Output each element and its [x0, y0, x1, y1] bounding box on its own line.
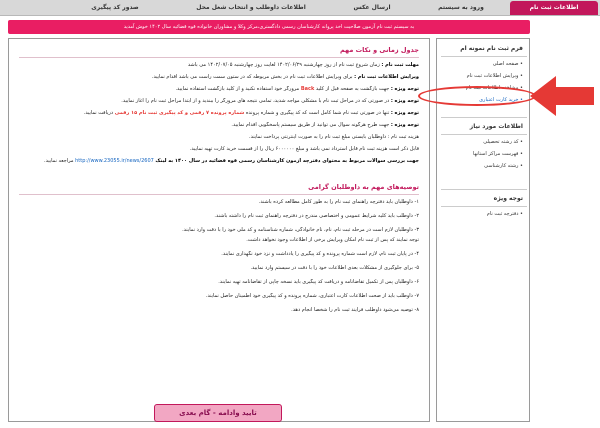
divider: [19, 194, 419, 195]
rule-line: توجه ویژه : در صورتی که در مراحل ثبت نام…: [121, 98, 419, 104]
divider: [441, 56, 527, 57]
sidebar-item-provincial-centers[interactable]: • فهرست مراکز استانها: [473, 151, 523, 158]
divider: [19, 57, 419, 58]
welcome-banner: به سیستم ثبت نام آزمون صلاحیت اخذ پروانه…: [8, 20, 530, 34]
rule-line: قابل ذکر است هزینه ثبت نام قابل استرداد …: [189, 146, 419, 152]
sidebar-item-field-code[interactable]: • کد رشته تحصیلی: [483, 139, 523, 146]
red-arrow-icon: [530, 76, 594, 116]
rule-line: هزینه ثبت نام : داوطلبان بایستی مبلغ ثبت…: [248, 134, 419, 140]
top-nav: اطلاعات ثبت نام ورود به سیستم ارسال عکس …: [0, 0, 600, 16]
advice-item: ۵- برای جلوگیری از مشکلات بعدی اطلاعات خ…: [250, 265, 419, 271]
advice-item: ۶- داوطلبان پس از تکمیل تقاضانامه و دریا…: [218, 279, 419, 285]
advice-item: ۳- داوطلبان لازم است در مرحله ثبت نام، ن…: [182, 227, 419, 233]
rule-line: توجه ویژه : جهت بازگشت به صفحه قبل از کل…: [175, 86, 419, 92]
rules-title: جدول زمانی و نکات مهم: [339, 46, 419, 54]
news-link[interactable]: http://www.23055.ir/news/2607: [75, 158, 154, 164]
divider: [441, 134, 527, 135]
divider: [441, 189, 527, 190]
advice-item: ۸- توصیه می‌شود داوطلب فرآیند ثبت نام را…: [291, 307, 419, 313]
divider: [441, 206, 527, 207]
sidebar-needed-title: اطلاعات مورد نیاز: [469, 123, 523, 130]
advice-item: ۱- داوطلبان باید دفترچه راهنمای ثبت نام …: [258, 199, 419, 205]
rule-line: توجه ویژه : جهت طرح هرگونه سوال می توانی…: [231, 122, 419, 128]
sidebar-menu-title: فرم ثبت نام نمونه ام: [460, 45, 523, 52]
rule-line: ویرایش اطلاعات ثبت نام : برای ویرایش اطل…: [151, 74, 419, 80]
advice-item: ۴- در پایان ثبت نام، لازم است شماره پرون…: [221, 251, 419, 257]
main-panel: جدول زمانی و نکات مهم مهلت ثبت نام : زما…: [8, 38, 430, 422]
sidebar-item-edit-registration[interactable]: • ویرایش اطلاعات ثبت نام: [467, 73, 523, 80]
advice-item: توجه نمایند که پس از ثبت نام امکان ویرای…: [246, 237, 419, 243]
advice-item: ۲- داوطلب باید کلیه شرایط عمومی و اختصاص…: [214, 213, 419, 219]
tab-tracking-code[interactable]: صدور کد پیگیری: [60, 1, 170, 15]
rule-line-link: جهت بررسی سوالات مربوط به محتوای دفترچه …: [44, 158, 419, 164]
tab-applicant-info[interactable]: اطلاعات داوطلب و انتخاب شغل محل: [176, 1, 326, 15]
rule-line: مهلت ثبت نام : زمان شروع ثبت نام از روز …: [187, 62, 419, 68]
tab-send-photo[interactable]: ارسال عکس: [332, 1, 412, 15]
sidebar-item-registration-booklet[interactable]: • دفترچه ثبت نام: [487, 211, 523, 218]
divider: [441, 117, 527, 118]
highlight-circle: [418, 86, 536, 106]
sidebar-special-title: توجه ویژه: [493, 195, 523, 202]
rule-line: توجه ویژه : تنها در صورتی ثبت نام شما کا…: [83, 110, 419, 116]
next-step-button[interactable]: تایید وادامه - گام بعدی: [154, 404, 282, 422]
advice-title: توصیه‌های مهم به داوطلبان گرامی: [308, 183, 419, 191]
advice-item: ۷- داوطلب باید از صحت اطلاعات کارت اعتبا…: [205, 293, 419, 299]
tab-registration-info[interactable]: اطلاعات ثبت نام: [510, 1, 598, 15]
tab-login[interactable]: ورود به سیستم: [418, 1, 504, 15]
sidebar-item-expert-field[interactable]: • رشته کارشناسی: [484, 163, 523, 170]
sidebar-item-home[interactable]: • صفحه اصلی: [493, 61, 523, 68]
